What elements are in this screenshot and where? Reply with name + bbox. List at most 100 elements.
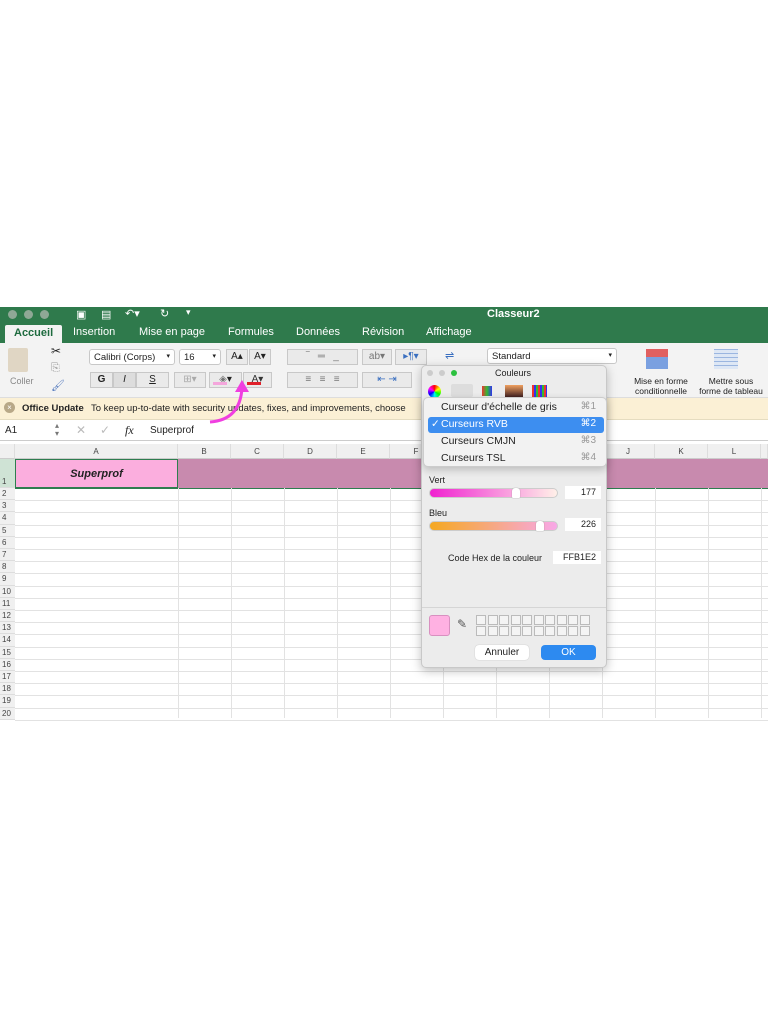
column-header-J[interactable]: J: [602, 444, 655, 459]
custom-color-slot[interactable]: [476, 626, 486, 636]
formula-input[interactable]: Superprof: [150, 425, 194, 436]
blue-slider[interactable]: [429, 521, 558, 531]
custom-color-slot[interactable]: [487, 615, 498, 625]
blue-value-input[interactable]: 226: [565, 518, 601, 531]
custom-color-slot[interactable]: [568, 615, 578, 625]
menu-item-0[interactable]: Curseur d'échelle de gris ⌘1: [428, 400, 604, 416]
orientation-button[interactable]: ab▾: [362, 349, 392, 365]
row-header-19[interactable]: 19: [0, 695, 15, 708]
custom-color-slot[interactable]: [510, 626, 521, 636]
horizontal-align-buttons[interactable]: ≡ ≡ ≡: [287, 372, 358, 388]
borders-button[interactable]: ⊞▾: [174, 372, 206, 388]
format-as-table-icon[interactable]: [714, 349, 738, 369]
cell-a1[interactable]: Superprof: [15, 459, 178, 488]
dialog-minimize-button[interactable]: [439, 370, 445, 376]
custom-color-slot[interactable]: [545, 615, 555, 625]
ok-button[interactable]: OK: [541, 645, 596, 660]
dialog-close-button[interactable]: [427, 370, 433, 376]
row-header-4[interactable]: 4: [0, 512, 15, 525]
column-header-E[interactable]: E: [337, 444, 390, 459]
column-header-next[interactable]: [761, 444, 768, 459]
underline-button[interactable]: S: [136, 372, 169, 388]
name-box-stepper[interactable]: ▴ ▾: [55, 422, 59, 438]
menu-item-1[interactable]: ✓ Curseurs RVB ⌘2: [428, 417, 604, 433]
cut-icon[interactable]: ✂: [51, 344, 61, 358]
custom-color-slot[interactable]: [545, 626, 555, 636]
custom-color-slot[interactable]: [579, 626, 590, 636]
tab-formules[interactable]: Formules: [228, 326, 274, 338]
green-slider-thumb[interactable]: [512, 488, 520, 498]
close-window-button[interactable]: [8, 310, 17, 319]
tab-revision[interactable]: Révision: [362, 326, 404, 338]
row-header-20[interactable]: 20: [0, 707, 15, 720]
row-header-2[interactable]: 2: [0, 488, 15, 501]
format-as-table-button[interactable]: Mettre sous forme de tableau: [694, 376, 768, 396]
indent-buttons[interactable]: ⇤ ⇥: [362, 372, 412, 388]
row-header-9[interactable]: 9: [0, 573, 15, 586]
custom-color-slot[interactable]: [579, 615, 590, 625]
custom-color-slot[interactable]: [568, 626, 578, 636]
save-icon[interactable]: ▤: [101, 308, 111, 321]
menu-item-3[interactable]: Curseurs TSL ⌘4: [428, 451, 604, 467]
column-header-L[interactable]: L: [708, 444, 761, 459]
column-header-C[interactable]: C: [231, 444, 284, 459]
custom-color-slot[interactable]: [533, 626, 544, 636]
custom-color-slot[interactable]: [476, 615, 486, 625]
cancel-button[interactable]: Annuler: [475, 645, 529, 660]
tab-insertion[interactable]: Insertion: [73, 326, 115, 338]
tab-donnees[interactable]: Données: [296, 326, 340, 338]
custom-color-slot[interactable]: [522, 615, 532, 625]
confirm-icon[interactable]: ✓: [100, 423, 110, 437]
custom-color-slot[interactable]: [522, 626, 532, 636]
dismiss-icon[interactable]: ×: [4, 402, 15, 413]
vertical-align-buttons[interactable]: ‾ ═ _: [287, 349, 358, 365]
row-header-11[interactable]: 11: [0, 597, 15, 610]
format-painter-icon[interactable]: 🖌: [51, 379, 65, 392]
row-header-8[interactable]: 8: [0, 561, 15, 574]
sidebar-icon[interactable]: ▣: [76, 308, 86, 321]
hex-input[interactable]: FFB1E2: [553, 551, 601, 564]
decrease-font-button[interactable]: A▾: [249, 349, 271, 365]
row-header-15[interactable]: 15: [0, 646, 15, 659]
row-header-16[interactable]: 16: [0, 658, 15, 671]
cancel-icon[interactable]: ✕: [76, 423, 86, 437]
row-header-14[interactable]: 14: [0, 634, 15, 647]
wrap-text-icon[interactable]: ⇌: [445, 349, 454, 362]
row-header-7[interactable]: 7: [0, 549, 15, 562]
paste-icon[interactable]: [8, 348, 28, 372]
custom-color-slot[interactable]: [510, 615, 521, 625]
tab-affichage[interactable]: Affichage: [426, 326, 472, 338]
custom-color-slot[interactable]: [487, 626, 498, 636]
custom-color-slot[interactable]: [499, 626, 509, 636]
tab-accueil[interactable]: Accueil: [5, 325, 63, 343]
sliders-icon[interactable]: [451, 384, 473, 397]
custom-color-slot[interactable]: [533, 615, 544, 625]
dialog-zoom-button[interactable]: [451, 370, 457, 376]
row-header-5[interactable]: 5: [0, 524, 15, 537]
crayons-icon[interactable]: [532, 385, 547, 397]
font-name-select[interactable]: Calibri (Corps) ▾: [89, 349, 175, 365]
row-header-6[interactable]: 6: [0, 536, 15, 549]
custom-color-slot[interactable]: [499, 615, 509, 625]
eyedropper-icon[interactable]: ✎: [457, 617, 467, 631]
green-value-input[interactable]: 177: [565, 486, 601, 499]
tab-mise-en-page[interactable]: Mise en page: [139, 326, 205, 338]
row-header-10[interactable]: 10: [0, 585, 15, 598]
bold-button[interactable]: G: [90, 372, 113, 388]
minimize-window-button[interactable]: [24, 310, 33, 319]
menu-item-2[interactable]: Curseurs CMJN ⌘3: [428, 434, 604, 450]
paste-button[interactable]: Coller: [10, 376, 34, 386]
custom-color-slot[interactable]: [556, 615, 567, 625]
row-header-17[interactable]: 17: [0, 671, 15, 684]
function-icon[interactable]: fx: [125, 423, 134, 438]
row-header-1[interactable]: 1: [0, 459, 15, 488]
column-header-B[interactable]: B: [178, 444, 231, 459]
row-header-13[interactable]: 13: [0, 622, 15, 635]
palettes-icon[interactable]: [482, 386, 492, 396]
name-box[interactable]: A1: [5, 425, 17, 436]
conditional-format-button[interactable]: Mise en forme conditionnelle: [628, 376, 694, 396]
row-header-3[interactable]: 3: [0, 500, 15, 513]
customize-toolbar-icon[interactable]: ▾: [186, 307, 191, 318]
select-all-corner[interactable]: [0, 444, 15, 459]
column-header-K[interactable]: K: [655, 444, 708, 459]
